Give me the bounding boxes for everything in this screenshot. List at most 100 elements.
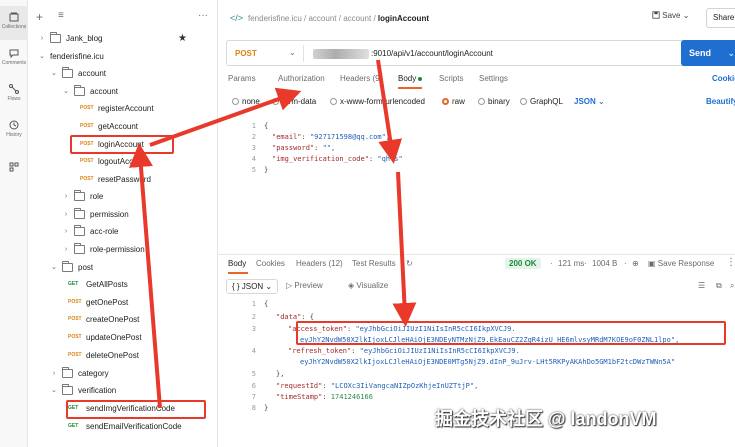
url-bar: POST ⌄ :9010/api/v1/account/loginAccount xyxy=(226,40,690,66)
request-item[interactable]: POST getOnePost xyxy=(28,294,217,311)
radio-none[interactable]: none xyxy=(232,97,260,106)
filter-icon[interactable]: ≡ xyxy=(58,10,64,21)
rail-collections[interactable]: Collections xyxy=(0,6,28,40)
share-button[interactable]: Share xyxy=(706,8,735,28)
code-line: } xyxy=(264,166,268,174)
url-input[interactable]: :9010/api/v1/account/loginAccount xyxy=(371,49,493,58)
folder-item[interactable]: › role-permission xyxy=(28,241,217,258)
folder-item[interactable]: ⌄ account xyxy=(28,83,217,100)
chevron-right-icon[interactable]: › xyxy=(62,188,70,205)
folder-item[interactable]: ⌄ post xyxy=(28,259,217,276)
request-item[interactable]: POST logoutAccount xyxy=(28,153,217,170)
json-value: "eyJhbGciOiJIUzI1NiIsInR5cCI6IkpXVCJ9. xyxy=(359,347,520,355)
folder-item[interactable]: › role xyxy=(28,188,217,205)
folder-item[interactable]: ⌄ account xyxy=(28,65,217,82)
request-item[interactable]: POST registerAccount xyxy=(28,100,217,117)
active-tab-indicator xyxy=(398,87,422,89)
preview-button[interactable]: ▷ Preview xyxy=(286,281,323,290)
chevron-down-icon[interactable]: ⌄ xyxy=(50,65,58,82)
rail-comments-label: Comments xyxy=(1,60,27,66)
chevron-down-icon[interactable]: ⌄ xyxy=(50,382,58,399)
beautify-link[interactable]: Beautify xyxy=(706,97,735,106)
json-text: { xyxy=(264,300,269,308)
request-item[interactable]: GET GetAllPosts xyxy=(28,276,217,293)
pane-divider[interactable] xyxy=(218,254,735,255)
folder-item[interactable]: ⌄ verification xyxy=(28,382,217,399)
method-badge: POST xyxy=(68,316,82,322)
more-icon[interactable]: ··· xyxy=(198,10,208,21)
chevron-down-icon[interactable]: ⌄ xyxy=(50,259,58,276)
breadcrumb-collection[interactable]: fenderisfine.icu xyxy=(248,14,302,23)
apps-icon xyxy=(9,162,19,172)
favorite-icon[interactable]: ★ xyxy=(178,30,187,47)
cookies-link[interactable]: Cookies xyxy=(712,74,735,83)
request-item[interactable]: POST resetPassword xyxy=(28,171,217,188)
tab-body[interactable]: Body xyxy=(398,74,423,83)
tab-scripts[interactable]: Scripts xyxy=(439,74,463,83)
request-item[interactable]: POST createOnePost xyxy=(28,311,217,328)
response-tab-cookies[interactable]: Cookies xyxy=(256,259,285,268)
search-icon[interactable]: ⌕ xyxy=(730,281,734,291)
folder-label: role xyxy=(90,192,104,201)
response-tab-body[interactable]: Body xyxy=(228,259,246,268)
rail-flows[interactable]: Flows xyxy=(0,84,28,112)
response-tab-headers[interactable]: Headers (12) xyxy=(296,259,343,268)
request-label: createOnePost xyxy=(86,315,140,324)
radio-form-data[interactable]: form-data xyxy=(272,97,316,106)
chevron-down-icon[interactable]: ⌄ xyxy=(289,48,296,57)
request-body-editor[interactable]: 1 {2 "email": "927171598@qq.com", 3 "passwor… xyxy=(242,122,722,182)
tab-authorization[interactable]: Authorization xyxy=(278,74,325,83)
send-button[interactable]: Send ⌄ xyxy=(681,40,735,66)
chevron-right-icon[interactable]: › xyxy=(62,241,70,258)
rail-comments[interactable]: Comments xyxy=(0,48,28,76)
breadcrumb-folder-2[interactable]: account xyxy=(343,14,371,23)
folder-item[interactable]: ⌄ fenderisfine.icu xyxy=(28,48,217,65)
visualize-label: Visualize xyxy=(356,281,389,290)
chevron-down-icon[interactable]: ⌄ xyxy=(38,48,46,65)
rail-history[interactable]: History xyxy=(0,120,28,148)
more-options-icon[interactable]: ⋮ xyxy=(726,257,735,268)
format-select[interactable]: { } JSON ⌄ xyxy=(226,279,279,294)
redacted-host xyxy=(313,49,369,59)
folder-item[interactable]: › Jank_blog ★ xyxy=(28,30,217,47)
save-response-button[interactable]: ▣ Save Response xyxy=(648,259,714,268)
line-number: 3 xyxy=(251,325,256,333)
chevron-right-icon[interactable]: › xyxy=(50,365,58,382)
request-item[interactable]: POST getAccount xyxy=(28,118,217,135)
method-select[interactable]: POST xyxy=(235,49,257,58)
breadcrumb-folder-1[interactable]: account xyxy=(308,14,336,23)
tab-headers[interactable]: Headers (9) xyxy=(340,74,382,83)
request-label: updateOnePost xyxy=(86,333,142,342)
request-item[interactable]: POST deleteOnePost xyxy=(28,347,217,364)
chevron-right-icon[interactable]: › xyxy=(62,223,70,240)
visualize-button[interactable]: ◈ Visualize xyxy=(348,281,388,290)
radio-graphql-dot xyxy=(520,98,527,105)
folder-item[interactable]: › acc-role xyxy=(28,223,217,240)
tab-params[interactable]: Params xyxy=(228,74,256,83)
radio-graphql[interactable]: GraphQL xyxy=(520,97,563,106)
code-line: "img_verification_code": "qhfs" xyxy=(272,155,403,163)
add-icon[interactable]: + xyxy=(36,10,43,24)
rail-more[interactable] xyxy=(0,162,28,178)
radio-raw[interactable]: raw xyxy=(442,97,465,106)
copy-icon[interactable]: ⧉ xyxy=(716,281,722,291)
chevron-right-icon[interactable]: › xyxy=(62,206,70,223)
radio-urlencoded[interactable]: x-www-form-urlencoded xyxy=(330,97,425,106)
request-item[interactable]: GET sendEmailVerificationCode xyxy=(28,418,217,435)
language-select[interactable]: JSON ⌄ xyxy=(574,97,605,106)
filter-response-icon[interactable]: ☰ xyxy=(698,281,705,290)
request-panel: </> fenderisfine.icu / account / account… xyxy=(218,0,735,447)
chevron-down-icon[interactable]: ⌄ xyxy=(62,83,70,100)
radio-binary[interactable]: binary xyxy=(478,97,510,106)
tab-settings[interactable]: Settings xyxy=(479,74,508,83)
response-body-viewer[interactable]: 1{2 "data": {3 "access_token": "eyJhbGciOi… xyxy=(242,300,732,412)
send-chevron-icon[interactable]: ⌄ xyxy=(728,48,735,58)
folder-item[interactable]: › permission xyxy=(28,206,217,223)
refresh-icon[interactable]: ↻ xyxy=(406,259,413,268)
save-button[interactable]: Save ⌄ xyxy=(652,11,689,20)
request-item[interactable]: POST updateOnePost xyxy=(28,329,217,346)
chevron-right-icon[interactable]: › xyxy=(38,30,46,47)
response-tab-tests[interactable]: Test Results xyxy=(352,259,396,268)
globe-icon[interactable]: ⊕ xyxy=(632,259,639,268)
folder-item[interactable]: › category xyxy=(28,365,217,382)
